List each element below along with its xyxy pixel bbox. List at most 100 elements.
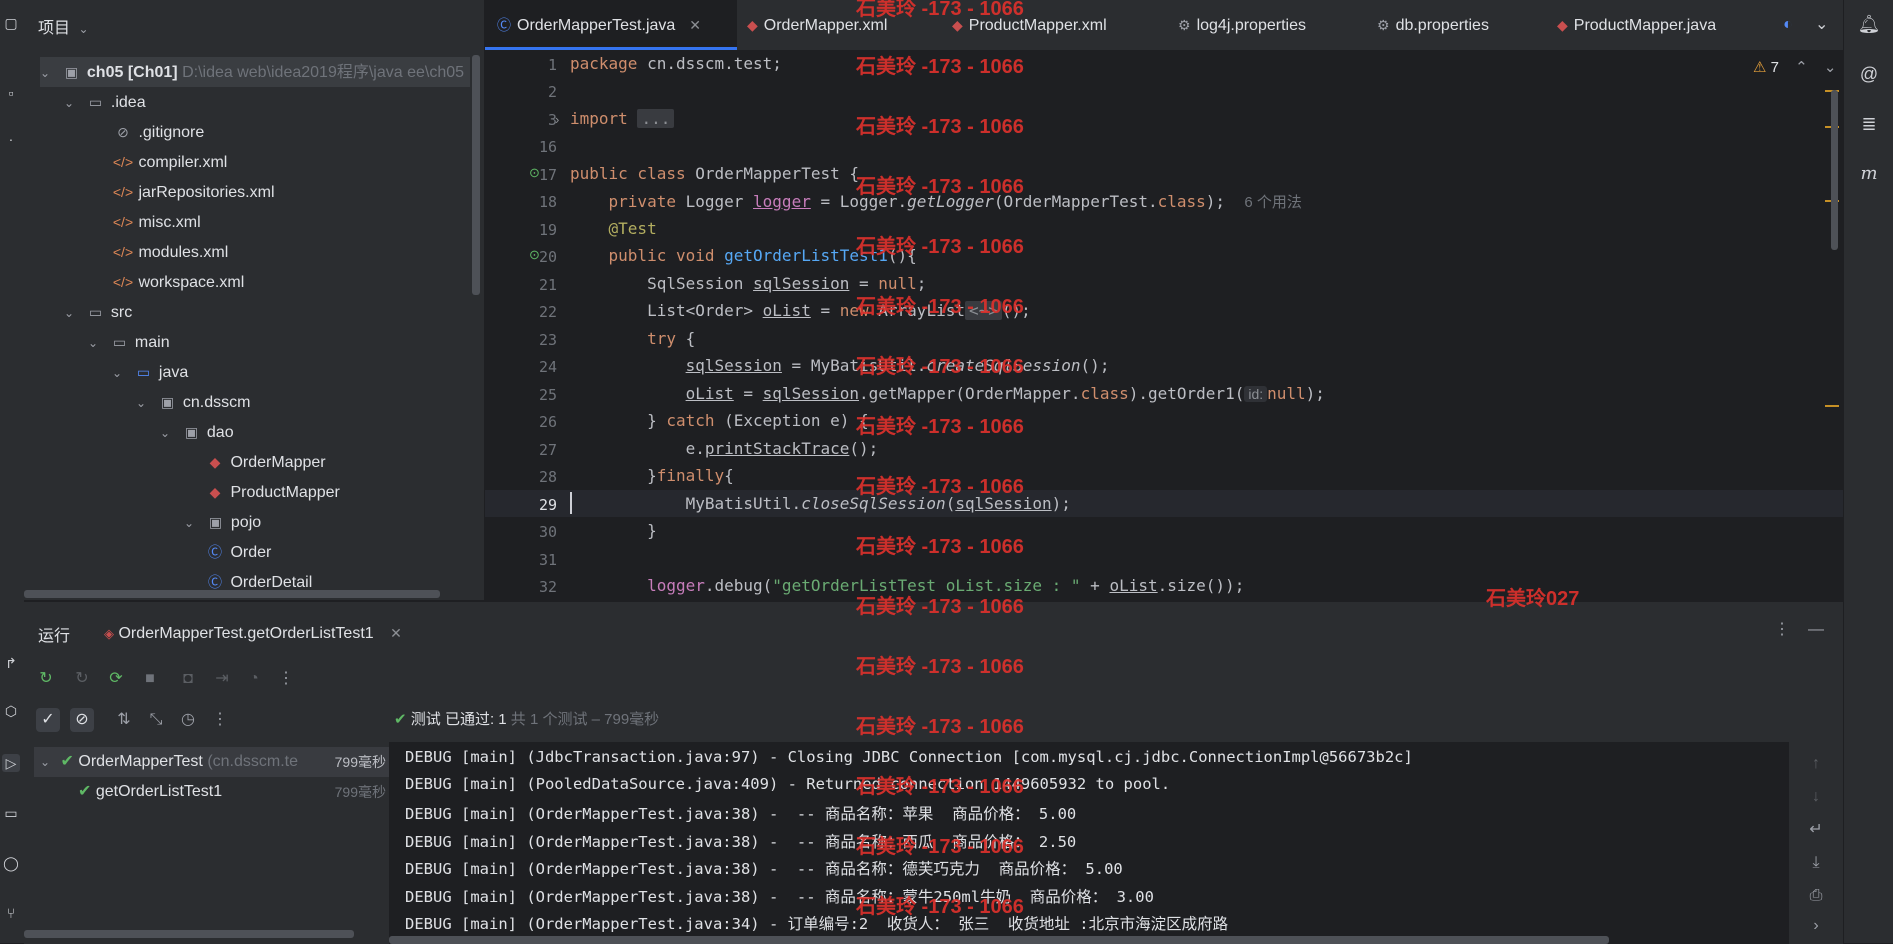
more-options-icon[interactable]: ⋮ — [1770, 618, 1794, 642]
sort-icon[interactable]: ⇅ — [112, 708, 136, 732]
console-line: DEBUG [main] (PooledDataSource.java:409)… — [405, 775, 1171, 793]
watermark-text: 石美玲 -173 - 1066 — [856, 776, 1024, 798]
editor-tab-bar: Ⓒ OrderMapperTest.java ✕ ◆ OrderMapper.xml … — [485, 0, 1843, 51]
tab-ordermappertest-java[interactable]: Ⓒ OrderMapperTest.java ✕ — [485, 0, 737, 50]
line-number: 19 — [538, 221, 557, 239]
tree-item-workspace-xml[interactable]: </> workspace.xml — [112, 267, 244, 297]
console-line: DEBUG [main] (OrderMapperTest.java:38) -… — [405, 805, 1077, 823]
ai-assistant-icon[interactable]: @ — [1857, 62, 1881, 86]
project-panel-header[interactable]: 项目 ⌄ — [38, 14, 89, 38]
tab-db-properties[interactable]: ⚙ db.properties — [1377, 0, 1489, 50]
tab-overflow-partial[interactable]: ◐ — [1783, 0, 1793, 50]
minimize-icon[interactable]: — — [1804, 618, 1828, 642]
code-line: @Test — [608, 219, 657, 238]
editor-vertical-scrollbar[interactable] — [1831, 90, 1838, 250]
more-options-icon[interactable]: ⋮ — [208, 708, 232, 732]
commit-tool-icon[interactable]: ▫ — [2, 84, 20, 102]
code-editor[interactable]: ⚠ 7 ⌃ ⌄ ⊙ ⊙ › 1 2 3 16 17 18 19 20 21 22… — [485, 50, 1843, 600]
project-horizontal-scrollbar[interactable] — [24, 590, 440, 598]
tree-item-ch05[interactable]: ⌄ ▣ ch05 [Ch01] D:\idea web\idea2019程序\j… — [40, 57, 470, 87]
toggle-auto-test-icon[interactable]: ⟳ — [104, 667, 128, 691]
tree-item-productmapper[interactable]: ◆ ProductMapper — [204, 477, 340, 507]
close-icon[interactable]: ✕ — [689, 17, 701, 33]
tree-item-java[interactable]: ⌄ ▭ java — [112, 357, 188, 387]
folded-imports[interactable]: ... — [637, 109, 675, 128]
chevron-down-icon: ⌄ — [40, 755, 51, 769]
tree-item-modules-xml[interactable]: </> modules.xml — [112, 237, 228, 267]
chevron-down-icon[interactable]: ⌄ — [1824, 59, 1837, 76]
tab-label: OrderMapperTest.java — [517, 17, 676, 34]
tree-item-main[interactable]: ⌄ ▭ main — [88, 327, 170, 357]
watermark-text: 石美玲 -173 - 1066 — [856, 836, 1024, 858]
version-control-icon[interactable]: ⑂ — [2, 904, 20, 922]
down-arrow-icon[interactable]: ↓ — [1804, 785, 1828, 809]
rerun-icon[interactable]: ↻ — [34, 667, 58, 691]
tree-item-gitignore[interactable]: ⊘ .gitignore — [112, 117, 204, 147]
services-tool-icon[interactable]: ⬡ — [2, 702, 20, 720]
tab-list-chevron-icon[interactable]: ⌄ — [1815, 0, 1828, 50]
tree-item-label: jarRepositories.xml — [138, 184, 275, 201]
tree-item-label: src — [110, 304, 133, 321]
rerun-failed-icon[interactable]: ↻ — [70, 667, 94, 691]
chevron-down-icon: ⌄ — [64, 306, 75, 320]
tree-item-misc-xml[interactable]: </> misc.xml — [112, 207, 201, 237]
history-clock-icon[interactable]: ◷ — [176, 708, 200, 732]
close-icon[interactable]: ✕ — [390, 625, 402, 641]
tree-item-idea[interactable]: ⌄ ▭ .idea — [64, 87, 146, 117]
database-icon[interactable]: ≣ — [1857, 112, 1881, 136]
run-tool-icon[interactable]: ▷ — [2, 754, 20, 772]
camera-icon[interactable]: ◘ — [176, 667, 200, 691]
up-arrow-icon[interactable]: ↑ — [1804, 752, 1828, 776]
module-folder-icon: ▣ — [64, 64, 79, 80]
more-options-icon[interactable]: ⋮ — [274, 667, 298, 691]
more-tools-icon[interactable]: · — [2, 130, 20, 148]
print-icon[interactable]: ⎙ — [1804, 884, 1828, 908]
watermark-text: 石美玲 -173 - 1066 — [856, 476, 1024, 498]
line-number: 23 — [538, 331, 557, 349]
tree-item-dao[interactable]: ⌄ ▣ dao — [160, 417, 234, 447]
stop-icon[interactable]: ■ — [138, 667, 162, 691]
tab-log4j-properties[interactable]: ⚙ log4j.properties — [1178, 0, 1306, 50]
show-passed-icon[interactable]: ✓ — [36, 708, 60, 732]
collapse-icon[interactable]: ⤡ — [144, 708, 168, 732]
tab-productmapper-java[interactable]: ◆ ProductMapper.java — [1557, 0, 1716, 50]
watermark-text: 石美玲 -173 - 1066 — [856, 536, 1024, 558]
tree-item-pojo[interactable]: ⌄ ▣ pojo — [184, 507, 261, 537]
run-config-tab[interactable]: ◈ OrderMapperTest.getOrderListTest1 ✕ — [104, 618, 402, 648]
xml-file-icon: </> — [112, 184, 134, 200]
tree-item-order[interactable]: Ⓒ Order — [204, 537, 271, 567]
maven-icon[interactable]: m — [1857, 162, 1881, 186]
export-icon[interactable]: ⇥ — [210, 667, 234, 691]
tree-item-jarrepositories-xml[interactable]: </> jarRepositories.xml — [112, 177, 275, 207]
watermark-text: 石美玲 -173 - 1066 — [856, 356, 1024, 378]
chevron-down-icon: ⌄ — [160, 426, 171, 440]
tree-item-ordermapper[interactable]: ◆ OrderMapper — [204, 447, 326, 477]
right-tool-strip: 🔔︎ @ ≣ m — [1843, 0, 1893, 943]
soft-wrap-icon[interactable]: ↵ — [1804, 818, 1828, 842]
scroll-to-end-icon[interactable]: ⤓ — [1804, 851, 1828, 875]
chevron-up-icon[interactable]: ⌃ — [1795, 59, 1808, 76]
line-number: 28 — [538, 468, 557, 486]
notifications-bell-icon[interactable]: 🔔︎ — [1857, 12, 1881, 36]
tree-item-compiler-xml[interactable]: </> compiler.xml — [112, 147, 227, 177]
test-case-row[interactable]: ✔ getOrderListTest1 799毫秒 — [34, 777, 394, 807]
coverage-icon[interactable]: ◔ — [242, 667, 266, 691]
tree-item-label: OrderMapper — [230, 454, 326, 471]
chevron-right-icon[interactable]: › — [1804, 914, 1828, 938]
git-tool-icon[interactable]: ↱ — [2, 654, 20, 672]
watermark-text: 石美玲 -173 - 1066 — [856, 656, 1024, 678]
test-tree-horizontal-scrollbar[interactable] — [24, 930, 354, 938]
inspection-widget[interactable]: ⚠ 7 ⌃ ⌄ — [1753, 58, 1836, 76]
project-vertical-scrollbar[interactable] — [472, 55, 480, 295]
code-line: } — [647, 521, 657, 540]
tree-item-src[interactable]: ⌄ ▭ src — [64, 297, 132, 327]
problems-tool-icon[interactable]: ◯ — [2, 854, 20, 872]
test-suite-row[interactable]: ⌄ ✔ OrderMapperTest (cn.dsscm.te 799毫秒 — [34, 747, 394, 777]
usages-hint[interactable]: 6 个用法 — [1244, 194, 1302, 211]
project-tool-icon[interactable]: ▢ — [2, 14, 20, 32]
error-stripe-marker[interactable] — [1825, 405, 1839, 407]
console-output[interactable]: DEBUG [main] (JdbcTransaction.java:97) -… — [389, 742, 1789, 944]
terminal-tool-icon[interactable]: ▭ — [2, 804, 20, 822]
show-ignored-icon[interactable]: ⊘ — [70, 708, 94, 732]
tree-item-cn-dsscm[interactable]: ⌄ ▣ cn.dsscm — [136, 387, 250, 417]
